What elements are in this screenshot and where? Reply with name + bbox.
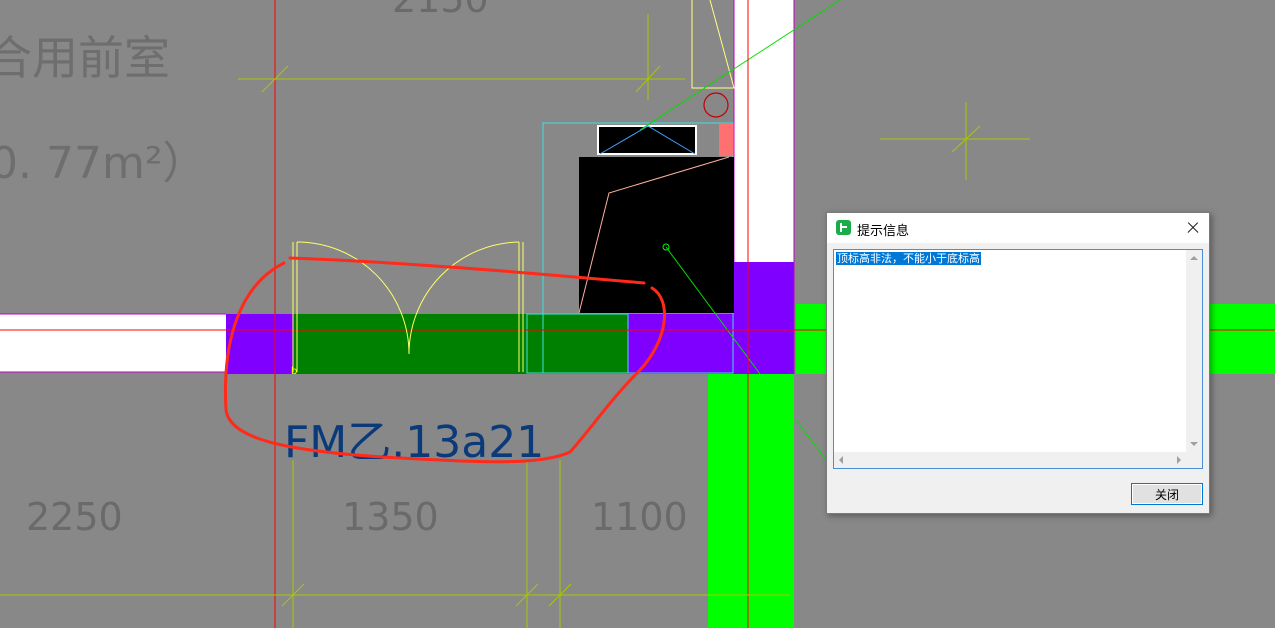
dialog-title: 提示信息 <box>857 224 910 239</box>
panel-box[interactable] <box>597 125 697 155</box>
wall-purple-right[interactable] <box>628 314 794 374</box>
message-textarea[interactable]: 顶标高非法，不能小于底标高 <box>833 249 1203 469</box>
wall-white-left[interactable] <box>0 314 226 372</box>
dim-label-bottom-right: 1100 <box>591 495 688 539</box>
hint-dialog[interactable]: 提示信息 顶标高非法，不能小于底标高 关闭 <box>826 212 1210 514</box>
red-marker <box>719 124 733 156</box>
door-slab[interactable] <box>294 314 628 374</box>
room-area-label: 0. 77m²） <box>0 138 206 189</box>
wall-purple-upper[interactable] <box>734 262 794 314</box>
column-right-a[interactable] <box>796 304 828 374</box>
scroll-down-icon[interactable] <box>1190 442 1198 446</box>
column-lower[interactable] <box>708 374 794 628</box>
dim-label-top: 2150 <box>392 0 489 21</box>
room-name-label: 合用前室 <box>0 31 170 85</box>
dim-label-bottom-mid: 1350 <box>342 495 439 539</box>
door-hinge-mark: b <box>291 366 297 377</box>
column-right-b[interactable] <box>1210 304 1275 374</box>
close-icon[interactable] <box>1179 215 1207 241</box>
message-text[interactable]: 顶标高非法，不能小于底标高 <box>836 252 981 265</box>
scroll-left-icon[interactable] <box>839 456 843 464</box>
app-logo-icon <box>836 220 851 235</box>
scrollbar-corner <box>1186 452 1202 468</box>
scroll-up-icon[interactable] <box>1190 256 1198 260</box>
dim-label-bottom-left: 2250 <box>26 495 123 539</box>
horizontal-scrollbar[interactable] <box>834 452 1186 468</box>
close-button[interactable]: 关闭 <box>1131 483 1203 505</box>
wall-white-vertical[interactable] <box>734 0 794 262</box>
dialog-titlebar[interactable]: 提示信息 <box>827 213 1209 243</box>
vertical-scrollbar[interactable] <box>1186 250 1202 452</box>
scroll-right-icon[interactable] <box>1177 456 1181 464</box>
